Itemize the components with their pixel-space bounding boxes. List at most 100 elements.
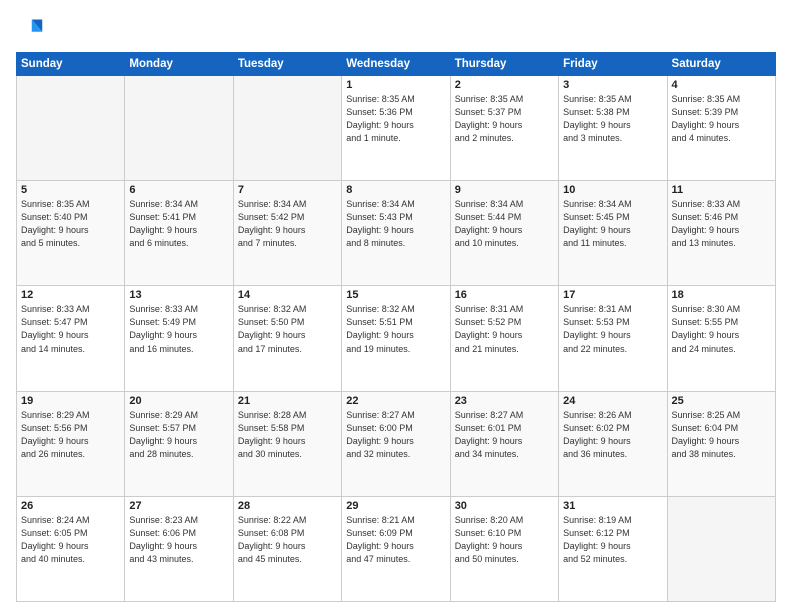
page: SundayMondayTuesdayWednesdayThursdayFrid… xyxy=(0,0,792,612)
day-info: Sunrise: 8:26 AM Sunset: 6:02 PM Dayligh… xyxy=(563,409,662,461)
calendar-cell: 7 Sunrise: 8:34 AM Sunset: 5:42 PM Daylig… xyxy=(233,181,341,286)
day-info: Sunrise: 8:31 AM Sunset: 5:52 PM Dayligh… xyxy=(455,303,554,355)
calendar-header-wednesday: Wednesday xyxy=(342,53,450,76)
day-number: 5 xyxy=(21,184,120,196)
calendar-cell: 23 Sunrise: 8:27 AM Sunset: 6:01 PM Dayli… xyxy=(450,391,558,496)
logo xyxy=(16,16,48,44)
calendar-header-friday: Friday xyxy=(559,53,667,76)
day-info: Sunrise: 8:22 AM Sunset: 6:08 PM Dayligh… xyxy=(238,514,337,566)
day-info: Sunrise: 8:23 AM Sunset: 6:06 PM Dayligh… xyxy=(129,514,228,566)
day-info: Sunrise: 8:27 AM Sunset: 6:01 PM Dayligh… xyxy=(455,409,554,461)
calendar-cell: 2 Sunrise: 8:35 AM Sunset: 5:37 PM Daylig… xyxy=(450,76,558,181)
logo-icon xyxy=(16,16,44,44)
day-info: Sunrise: 8:32 AM Sunset: 5:50 PM Dayligh… xyxy=(238,303,337,355)
calendar-cell xyxy=(17,76,125,181)
day-number: 8 xyxy=(346,184,445,196)
calendar-cell: 22Sunrise: 8:27 AM Sunset: 6:00 PM Dayli… xyxy=(342,391,450,496)
day-info: Sunrise: 8:31 AM Sunset: 5:53 PM Dayligh… xyxy=(563,303,662,355)
day-number: 25 xyxy=(672,395,771,407)
calendar-cell: 24 Sunrise: 8:26 AM Sunset: 6:02 PM Dayli… xyxy=(559,391,667,496)
day-info: Sunrise: 8:28 AM Sunset: 5:58 PM Dayligh… xyxy=(238,409,337,461)
day-number: 20 xyxy=(129,395,228,407)
calendar-cell: 8 Sunrise: 8:34 AM Sunset: 5:43 PM Daylig… xyxy=(342,181,450,286)
day-info: Sunrise: 8:35 AM Sunset: 5:38 PM Dayligh… xyxy=(563,93,662,145)
calendar-cell: 18 Sunrise: 8:30 AM Sunset: 5:55 PM Dayli… xyxy=(667,286,775,391)
day-info: Sunrise: 8:25 AM Sunset: 6:04 PM Dayligh… xyxy=(672,409,771,461)
day-number: 17 xyxy=(563,289,662,301)
calendar-cell xyxy=(233,76,341,181)
calendar-cell: 25 Sunrise: 8:25 AM Sunset: 6:04 PM Dayli… xyxy=(667,391,775,496)
calendar-cell: 6 Sunrise: 8:34 AM Sunset: 5:41 PM Daylig… xyxy=(125,181,233,286)
calendar-cell: 29 Sunrise: 8:21 AM Sunset: 6:09 PM Dayli… xyxy=(342,496,450,601)
day-info: Sunrise: 8:35 AM Sunset: 5:36 PM Dayligh… xyxy=(346,93,445,145)
day-info: Sunrise: 8:35 AM Sunset: 5:37 PM Dayligh… xyxy=(455,93,554,145)
calendar-cell: 11 Sunrise: 8:33 AM Sunset: 5:46 PM Dayli… xyxy=(667,181,775,286)
day-number: 11 xyxy=(672,184,771,196)
calendar-cell: 28 Sunrise: 8:22 AM Sunset: 6:08 PM Dayli… xyxy=(233,496,341,601)
day-number: 29 xyxy=(346,500,445,512)
calendar-cell: 14 Sunrise: 8:32 AM Sunset: 5:50 PM Dayli… xyxy=(233,286,341,391)
day-number: 13 xyxy=(129,289,228,301)
calendar-cell: 9Sunrise: 8:34 AM Sunset: 5:44 PM Daylig… xyxy=(450,181,558,286)
calendar-week-row: 1 Sunrise: 8:35 AM Sunset: 5:36 PM Daylig… xyxy=(17,76,776,181)
calendar-header-monday: Monday xyxy=(125,53,233,76)
calendar-week-row: 19Sunrise: 8:29 AM Sunset: 5:56 PM Dayli… xyxy=(17,391,776,496)
day-info: Sunrise: 8:33 AM Sunset: 5:46 PM Dayligh… xyxy=(672,198,771,250)
calendar-cell: 21 Sunrise: 8:28 AM Sunset: 5:58 PM Dayli… xyxy=(233,391,341,496)
day-info: Sunrise: 8:34 AM Sunset: 5:41 PM Dayligh… xyxy=(129,198,228,250)
calendar-cell: 31 Sunrise: 8:19 AM Sunset: 6:12 PM Dayli… xyxy=(559,496,667,601)
calendar-cell xyxy=(125,76,233,181)
day-info: Sunrise: 8:21 AM Sunset: 6:09 PM Dayligh… xyxy=(346,514,445,566)
day-info: Sunrise: 8:34 AM Sunset: 5:45 PM Dayligh… xyxy=(563,198,662,250)
calendar-header-thursday: Thursday xyxy=(450,53,558,76)
day-info: Sunrise: 8:30 AM Sunset: 5:55 PM Dayligh… xyxy=(672,303,771,355)
day-info: Sunrise: 8:20 AM Sunset: 6:10 PM Dayligh… xyxy=(455,514,554,566)
calendar-cell: 20 Sunrise: 8:29 AM Sunset: 5:57 PM Dayli… xyxy=(125,391,233,496)
calendar-cell: 27 Sunrise: 8:23 AM Sunset: 6:06 PM Dayli… xyxy=(125,496,233,601)
day-info: Sunrise: 8:34 AM Sunset: 5:43 PM Dayligh… xyxy=(346,198,445,250)
day-number: 2 xyxy=(455,79,554,91)
day-number: 28 xyxy=(238,500,337,512)
day-number: 18 xyxy=(672,289,771,301)
day-info: Sunrise: 8:34 AM Sunset: 5:42 PM Dayligh… xyxy=(238,198,337,250)
day-number: 21 xyxy=(238,395,337,407)
calendar-cell: 3 Sunrise: 8:35 AM Sunset: 5:38 PM Daylig… xyxy=(559,76,667,181)
day-number: 10 xyxy=(563,184,662,196)
calendar-cell: 10 Sunrise: 8:34 AM Sunset: 5:45 PM Dayli… xyxy=(559,181,667,286)
day-number: 1 xyxy=(346,79,445,91)
calendar-cell: 13 Sunrise: 8:33 AM Sunset: 5:49 PM Dayli… xyxy=(125,286,233,391)
day-info: Sunrise: 8:35 AM Sunset: 5:40 PM Dayligh… xyxy=(21,198,120,250)
calendar-cell: 17 Sunrise: 8:31 AM Sunset: 5:53 PM Dayli… xyxy=(559,286,667,391)
calendar-cell xyxy=(667,496,775,601)
calendar-header-saturday: Saturday xyxy=(667,53,775,76)
day-number: 7 xyxy=(238,184,337,196)
day-number: 23 xyxy=(455,395,554,407)
calendar-cell: 19Sunrise: 8:29 AM Sunset: 5:56 PM Dayli… xyxy=(17,391,125,496)
day-number: 6 xyxy=(129,184,228,196)
calendar-cell: 16 Sunrise: 8:31 AM Sunset: 5:52 PM Dayli… xyxy=(450,286,558,391)
day-number: 4 xyxy=(672,79,771,91)
calendar-header-row: SundayMondayTuesdayWednesdayThursdayFrid… xyxy=(17,53,776,76)
day-number: 16 xyxy=(455,289,554,301)
calendar-header-tuesday: Tuesday xyxy=(233,53,341,76)
calendar-cell: 5 Sunrise: 8:35 AM Sunset: 5:40 PM Daylig… xyxy=(17,181,125,286)
day-number: 31 xyxy=(563,500,662,512)
day-number: 24 xyxy=(563,395,662,407)
calendar-week-row: 12Sunrise: 8:33 AM Sunset: 5:47 PM Dayli… xyxy=(17,286,776,391)
calendar-week-row: 5 Sunrise: 8:35 AM Sunset: 5:40 PM Daylig… xyxy=(17,181,776,286)
calendar-cell: 26 Sunrise: 8:24 AM Sunset: 6:05 PM Dayli… xyxy=(17,496,125,601)
day-info: Sunrise: 8:29 AM Sunset: 5:56 PM Dayligh… xyxy=(21,409,120,461)
day-info: Sunrise: 8:33 AM Sunset: 5:49 PM Dayligh… xyxy=(129,303,228,355)
header xyxy=(16,16,776,44)
day-info: Sunrise: 8:27 AM Sunset: 6:00 PM Dayligh… xyxy=(346,409,445,461)
day-info: Sunrise: 8:29 AM Sunset: 5:57 PM Dayligh… xyxy=(129,409,228,461)
calendar-week-row: 26 Sunrise: 8:24 AM Sunset: 6:05 PM Dayli… xyxy=(17,496,776,601)
day-number: 14 xyxy=(238,289,337,301)
day-number: 3 xyxy=(563,79,662,91)
calendar-cell: 30Sunrise: 8:20 AM Sunset: 6:10 PM Dayli… xyxy=(450,496,558,601)
day-info: Sunrise: 8:24 AM Sunset: 6:05 PM Dayligh… xyxy=(21,514,120,566)
calendar-header-sunday: Sunday xyxy=(17,53,125,76)
day-number: 26 xyxy=(21,500,120,512)
day-info: Sunrise: 8:19 AM Sunset: 6:12 PM Dayligh… xyxy=(563,514,662,566)
day-number: 27 xyxy=(129,500,228,512)
